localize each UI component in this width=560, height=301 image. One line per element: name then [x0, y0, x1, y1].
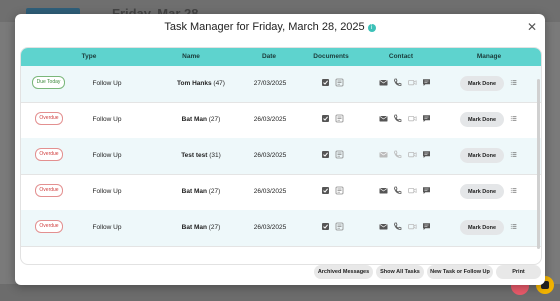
video-icon[interactable] — [408, 114, 417, 123]
phone-icon[interactable] — [393, 78, 402, 87]
info-icon[interactable]: i — [367, 24, 376, 32]
chat-icon[interactable] — [422, 78, 431, 87]
new-task-button[interactable]: New Task or Follow Up — [427, 265, 493, 279]
contact-age: (27) — [208, 224, 221, 231]
email-icon[interactable] — [379, 114, 388, 123]
column-date[interactable]: Date — [249, 53, 289, 60]
list-icon[interactable] — [510, 152, 518, 159]
table-row[interactable]: Due Today Follow Up Tom Hanks (47) 27/03/20… — [21, 66, 541, 103]
contact-name-text[interactable]: Bat Man — [182, 224, 207, 231]
contact-name-text[interactable]: Test test — [181, 152, 207, 159]
mark-done-button[interactable]: Mark Done — [460, 76, 504, 91]
notes-icon[interactable] — [335, 222, 344, 231]
column-documents[interactable]: Documents — [309, 53, 353, 60]
task-type: Follow Up — [92, 116, 122, 123]
checkbox-icon[interactable] — [321, 222, 330, 231]
task-table: Type Name Date Documents Contact Manage … — [20, 47, 542, 265]
task-manager-modal: Task Manager for Friday, March 28, 2025 i… — [15, 14, 545, 285]
contact-name-text[interactable]: Bat Man — [182, 188, 207, 195]
list-icon[interactable] — [510, 188, 518, 195]
table-row[interactable]: Overdue Follow Up Bat Man (27) 26/03/2025 Ma… — [21, 174, 541, 211]
task-type: Follow Up — [92, 80, 122, 87]
column-type[interactable]: Type — [69, 53, 109, 60]
list-icon[interactable] — [510, 224, 518, 231]
contact-name[interactable]: Bat Man (27) — [161, 116, 241, 123]
modal-title: Task Manager for Friday, March 28, 2025 i — [15, 21, 525, 33]
task-date: 26/03/2025 — [253, 224, 287, 231]
contact-name-text[interactable]: Tom Hanks — [177, 80, 212, 87]
table-row[interactable]: Overdue Follow Up Test test (31) 26/03/2025… — [21, 138, 541, 175]
notes-icon[interactable] — [335, 114, 344, 123]
checkbox-icon[interactable] — [321, 150, 330, 159]
modal-header: Task Manager for Friday, March 28, 2025 i… — [15, 14, 545, 44]
chat-icon[interactable] — [422, 114, 431, 123]
show-all-tasks-button[interactable]: Show All Tasks — [376, 265, 424, 279]
contact-name[interactable]: Bat Man (27) — [161, 224, 241, 231]
contact-name[interactable]: Bat Man (27) — [161, 188, 241, 195]
archived-messages-button[interactable]: Archived Messages — [314, 265, 373, 279]
contact-name-text[interactable]: Bat Man — [182, 116, 207, 123]
phone-icon[interactable] — [393, 222, 402, 231]
video-icon[interactable] — [408, 222, 417, 231]
modal-title-text: Task Manager for Friday, March 28, 2025 — [164, 21, 365, 33]
column-name[interactable]: Name — [171, 53, 211, 60]
notes-icon[interactable] — [335, 150, 344, 159]
contact-age: (27) — [208, 116, 221, 123]
email-icon[interactable] — [379, 150, 388, 159]
column-contact[interactable]: Contact — [379, 53, 423, 60]
email-icon[interactable] — [379, 222, 388, 231]
video-icon[interactable] — [408, 78, 417, 87]
task-type: Follow Up — [92, 224, 122, 231]
email-icon[interactable] — [379, 78, 388, 87]
list-icon[interactable] — [510, 80, 518, 87]
chat-icon[interactable] — [422, 186, 431, 195]
contact-age: (27) — [208, 188, 221, 195]
email-icon[interactable] — [379, 186, 388, 195]
status-badge: Overdue — [35, 112, 63, 125]
status-badge: Overdue — [35, 184, 63, 197]
table-row[interactable]: Overdue Follow Up Bat Man (27) 26/03/2025 Ma… — [21, 102, 541, 139]
task-date: 26/03/2025 — [253, 188, 287, 195]
close-icon[interactable]: ✕ — [527, 20, 537, 34]
list-icon[interactable] — [510, 116, 518, 123]
column-manage[interactable]: Manage — [467, 53, 511, 60]
task-date: 27/03/2025 — [253, 80, 287, 87]
status-badge: Due Today — [32, 76, 65, 89]
status-badge: Overdue — [35, 220, 63, 233]
modal-footer: Archived Messages Show All Tasks New Tas… — [15, 265, 545, 285]
chat-icon[interactable] — [422, 222, 431, 231]
phone-icon[interactable] — [393, 114, 402, 123]
notes-icon[interactable] — [335, 78, 344, 87]
video-icon[interactable] — [408, 150, 417, 159]
task-date: 26/03/2025 — [253, 152, 287, 159]
checkbox-icon[interactable] — [321, 114, 330, 123]
mark-done-button[interactable]: Mark Done — [460, 148, 504, 163]
status-badge: Overdue — [35, 148, 63, 161]
mark-done-button[interactable]: Mark Done — [460, 184, 504, 199]
table-row[interactable]: Overdue Follow Up Bat Man (27) 26/03/2025 Ma… — [21, 210, 541, 247]
checkbox-icon[interactable] — [321, 78, 330, 87]
phone-icon[interactable] — [393, 186, 402, 195]
table-header: Type Name Date Documents Contact Manage — [21, 48, 541, 66]
task-type: Follow Up — [92, 188, 122, 195]
background-bottom-bar — [0, 284, 560, 301]
mark-done-button[interactable]: Mark Done — [460, 220, 504, 235]
notes-icon[interactable] — [335, 186, 344, 195]
chat-icon[interactable] — [422, 150, 431, 159]
print-button[interactable]: Print — [496, 265, 541, 279]
phone-icon[interactable] — [393, 150, 402, 159]
task-date: 26/03/2025 — [253, 116, 287, 123]
contact-age: (47) — [213, 80, 225, 87]
scrollbar[interactable] — [537, 79, 540, 249]
task-type: Follow Up — [92, 152, 122, 159]
contact-name[interactable]: Tom Hanks (47) — [161, 80, 241, 87]
contact-age: (31) — [209, 152, 221, 159]
contact-name[interactable]: Test test (31) — [161, 152, 241, 159]
checkbox-icon[interactable] — [321, 186, 330, 195]
mark-done-button[interactable]: Mark Done — [460, 112, 504, 127]
video-icon[interactable] — [408, 186, 417, 195]
